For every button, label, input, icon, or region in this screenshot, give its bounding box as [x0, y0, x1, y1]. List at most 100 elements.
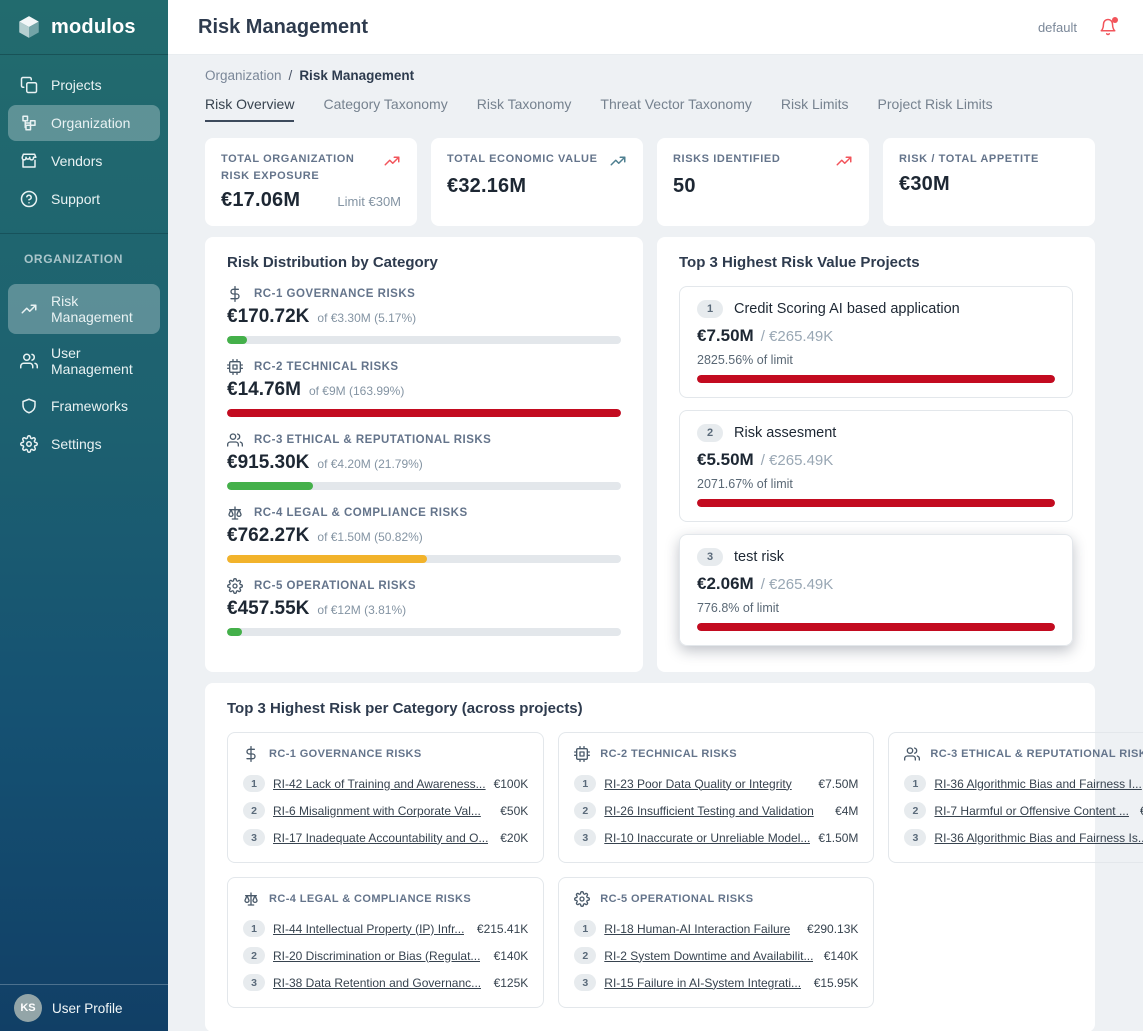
rank-badge: 2 [574, 947, 596, 964]
tab-category-taxonomy[interactable]: Category Taxonomy [323, 96, 447, 122]
progress-fill [697, 499, 1055, 507]
notification-bell-icon[interactable] [1099, 18, 1117, 36]
rank-badge: 2 [904, 802, 926, 819]
category-value: €915.30K [227, 452, 309, 474]
help-circle-icon [20, 190, 38, 208]
rank-badge: 3 [697, 548, 723, 566]
project-card-2[interactable]: 2 Risk assesment €5.50M / €265.49K 2071.… [679, 410, 1073, 522]
sidebar-item-label: Frameworks [51, 398, 128, 414]
category-name: RC-4 LEGAL & COMPLIANCE RISKS [254, 507, 468, 519]
risk-row: 2 RI-6 Misalignment with Corporate Val..… [243, 802, 528, 819]
project-limit-value: / €265.49K [761, 328, 834, 345]
notification-dot [1112, 17, 1118, 23]
rank-badge: 2 [697, 424, 723, 442]
rank-badge: 1 [574, 920, 596, 937]
risk-value: €7.50M [818, 777, 858, 791]
tab-risk-limits[interactable]: Risk Limits [781, 96, 849, 122]
risk-link[interactable]: RI-42 Lack of Training and Awareness... [273, 777, 486, 791]
sidebar-item-projects[interactable]: Projects [8, 67, 160, 103]
rank-badge: 3 [243, 829, 265, 846]
sidebar-item-label: User Management [51, 345, 148, 377]
rank-badge: 1 [904, 775, 926, 792]
category-name: RC-5 OPERATIONAL RISKS [600, 893, 753, 905]
user-profile[interactable]: KS User Profile [0, 984, 168, 1031]
kpi-limit-note: Limit €30M [337, 194, 401, 209]
risk-row: 2 RI-26 Insufficient Testing and Validat… [574, 802, 858, 819]
risk-row: 2 RI-20 Discrimination or Bias (Regulat.… [243, 947, 528, 964]
risk-link[interactable]: RI-17 Inadequate Accountability and O... [273, 831, 488, 845]
risk-link[interactable]: RI-7 Harmful or Offensive Content ... [934, 804, 1129, 818]
category-value: €14.76M [227, 379, 301, 401]
category-row-rc2: RC-2 TECHNICAL RISKS €14.76M of €9M (163… [227, 359, 621, 417]
sidebar-item-vendors[interactable]: Vendors [8, 143, 160, 179]
risk-link[interactable]: RI-36 Algorithmic Bias and Fairness I... [934, 777, 1141, 791]
rank-badge: 3 [904, 829, 926, 846]
risk-row: 1 RI-44 Intellectual Property (IP) Infr.… [243, 920, 528, 937]
kpi-value: €30M [899, 173, 950, 196]
kpi-value: €32.16M [447, 175, 526, 198]
sidebar-item-settings[interactable]: Settings [8, 426, 160, 462]
breadcrumb-parent[interactable]: Organization [205, 68, 282, 83]
progress-fill [697, 623, 1055, 631]
tab-project-risk-limits[interactable]: Project Risk Limits [878, 96, 993, 122]
sidebar: modulos Projects Organization Vendors Su… [0, 0, 168, 1031]
risk-link[interactable]: RI-44 Intellectual Property (IP) Infr... [273, 922, 464, 936]
avatar: KS [14, 994, 42, 1022]
tab-bar: Risk Overview Category Taxonomy Risk Tax… [205, 96, 1095, 122]
sidebar-section-label: ORGANIZATION [0, 234, 168, 272]
project-percent-of-limit: 776.8% of limit [697, 601, 1055, 615]
trending-up-icon [835, 152, 853, 170]
category-note: of €12M (3.81%) [317, 603, 406, 617]
risk-link[interactable]: RI-20 Discrimination or Bias (Regulat... [273, 949, 480, 963]
project-risk-value: €2.06M [697, 574, 754, 594]
category-note: of €9M (163.99%) [309, 384, 404, 398]
kpi-label: RISK / TOTAL APPETITE [899, 151, 1039, 168]
risk-link[interactable]: RI-15 Failure in AI-System Integrati... [604, 976, 801, 990]
risk-value: €290.13K [807, 922, 858, 936]
trending-up-icon [383, 152, 401, 184]
sidebar-item-risk-management[interactable]: Risk Management [8, 284, 160, 334]
rank-badge: 2 [574, 802, 596, 819]
category-name: RC-1 GOVERNANCE RISKS [269, 748, 422, 760]
risk-link[interactable]: RI-36 Algorithmic Bias and Fairness Is..… [934, 831, 1143, 845]
kpi-risks-identified: RISKS IDENTIFIED 50 [657, 138, 869, 226]
risk-link[interactable]: RI-23 Poor Data Quality or Integrity [604, 777, 791, 791]
gear-icon [20, 435, 38, 453]
tab-risk-overview[interactable]: Risk Overview [205, 96, 294, 122]
cpu-chip-icon [574, 746, 590, 762]
project-name: test risk [734, 549, 784, 565]
kpi-value: 50 [673, 175, 696, 198]
risk-value: €4M [835, 804, 858, 818]
progress-fill [227, 628, 242, 636]
rank-badge: 3 [574, 829, 596, 846]
risk-link[interactable]: RI-6 Misalignment with Corporate Val... [273, 804, 481, 818]
shield-icon [20, 397, 38, 415]
project-card-1[interactable]: 1 Credit Scoring AI based application €7… [679, 286, 1073, 398]
gear-icon [227, 578, 243, 594]
progress-fill [697, 375, 1055, 383]
modulos-logo-icon [16, 14, 42, 40]
risk-row: 1 RI-36 Algorithmic Bias and Fairness I.… [904, 775, 1143, 792]
page-title: Risk Management [198, 16, 368, 39]
sidebar-item-support[interactable]: Support [8, 181, 160, 217]
risk-link[interactable]: RI-26 Insufficient Testing and Validatio… [604, 804, 813, 818]
category-name: RC-2 TECHNICAL RISKS [254, 361, 399, 373]
risk-link[interactable]: RI-10 Inaccurate or Unreliable Model... [604, 831, 810, 845]
risk-link[interactable]: RI-38 Data Retention and Governanc... [273, 976, 481, 990]
project-risk-value: €7.50M [697, 326, 754, 346]
risk-link[interactable]: RI-18 Human-AI Interaction Failure [604, 922, 790, 936]
kpi-label: TOTAL ECONOMIC VALUE [447, 151, 598, 170]
sidebar-item-organization[interactable]: Organization [8, 105, 160, 141]
sidebar-item-user-management[interactable]: User Management [8, 336, 160, 386]
tab-threat-vector-taxonomy[interactable]: Threat Vector Taxonomy [600, 96, 751, 122]
tab-risk-taxonomy[interactable]: Risk Taxonomy [477, 96, 572, 122]
rank-badge: 2 [243, 947, 265, 964]
project-card-3[interactable]: 3 test risk €2.06M / €265.49K 776.8% of … [679, 534, 1073, 646]
risk-value: €215.41K [477, 922, 528, 936]
risk-link[interactable]: RI-2 System Downtime and Availabilit... [604, 949, 813, 963]
progress-track [697, 375, 1055, 383]
kpi-risk-total-appetite: RISK / TOTAL APPETITE €30M [883, 138, 1095, 226]
trending-up-icon [609, 152, 627, 170]
brand-logo-row[interactable]: modulos [0, 0, 168, 55]
sidebar-item-frameworks[interactable]: Frameworks [8, 388, 160, 424]
